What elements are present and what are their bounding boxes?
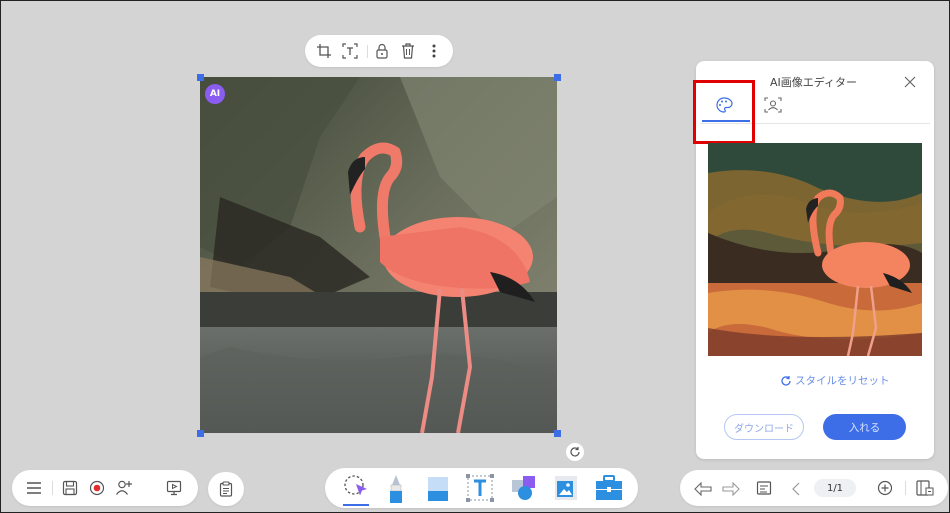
toolbar-divider xyxy=(367,45,368,58)
resize-handle-top-right[interactable] xyxy=(554,74,561,81)
reset-style-button[interactable]: スタイルをリセット xyxy=(780,373,890,388)
resize-handle-bottom-left[interactable] xyxy=(197,430,204,437)
shape-tool-icon[interactable] xyxy=(511,475,537,505)
image-tool-icon[interactable] xyxy=(554,475,578,505)
select-tool-active-underline xyxy=(343,504,369,506)
canvas-image[interactable]: AI xyxy=(200,77,557,433)
resize-handle-top-left[interactable] xyxy=(197,74,204,81)
insert-button[interactable]: 入れる xyxy=(823,414,906,440)
toolbar-divider xyxy=(52,481,53,495)
redo-icon[interactable] xyxy=(722,481,740,500)
bottom-right-toolbar: 1/1 xyxy=(680,470,948,506)
add-page-icon[interactable] xyxy=(877,480,893,500)
rotate-handle[interactable] xyxy=(566,443,584,461)
panel-title: AI画像エディター xyxy=(770,76,857,89)
flamingo-photo xyxy=(200,77,557,433)
toolbox-tool-icon[interactable] xyxy=(595,475,623,505)
toolbar-divider xyxy=(905,481,906,495)
portrait-icon xyxy=(764,97,782,117)
insert-label: 入れる xyxy=(848,421,881,434)
highlight-box xyxy=(693,80,755,144)
delete-icon[interactable] xyxy=(399,43,417,59)
pen-tool-icon[interactable] xyxy=(387,473,405,507)
clipboard-icon xyxy=(219,481,233,497)
present-icon[interactable] xyxy=(166,480,182,500)
more-icon[interactable] xyxy=(427,43,441,59)
text-recognize-icon[interactable] xyxy=(341,43,359,59)
image-toolbar xyxy=(305,35,453,67)
page-manager-icon[interactable] xyxy=(916,480,934,500)
clipboard-button[interactable] xyxy=(208,472,244,506)
prev-page-icon[interactable] xyxy=(792,481,800,500)
styled-flamingo-preview xyxy=(708,143,922,356)
resize-handle-bottom-right[interactable] xyxy=(554,430,561,437)
bottom-left-toolbar xyxy=(12,470,198,506)
ai-badge: AI xyxy=(205,84,225,104)
download-button[interactable]: ダウンロード xyxy=(724,414,804,440)
eraser-tool-icon[interactable] xyxy=(427,476,449,506)
drawing-tools-bar xyxy=(325,468,638,508)
close-icon[interactable] xyxy=(904,73,918,88)
text-tool-icon[interactable] xyxy=(466,474,494,506)
download-label: ダウンロード xyxy=(734,423,794,435)
lock-icon[interactable] xyxy=(373,43,391,59)
page-list-icon[interactable] xyxy=(756,480,772,500)
add-user-icon[interactable] xyxy=(115,479,133,500)
save-icon[interactable] xyxy=(62,480,78,500)
record-icon[interactable] xyxy=(89,480,105,500)
crop-icon[interactable] xyxy=(315,43,333,59)
refresh-icon xyxy=(780,375,792,387)
select-tool-icon[interactable] xyxy=(343,474,369,504)
page-indicator-label: 1/1 xyxy=(826,482,844,494)
tab-portrait[interactable] xyxy=(756,91,788,123)
styled-preview-image[interactable] xyxy=(708,143,922,356)
menu-icon[interactable] xyxy=(26,480,42,500)
ai-image-editor-panel: AI画像エディター スタイルをリセット ダウンロード 入れる xyxy=(693,61,934,459)
rotate-icon xyxy=(570,447,580,457)
reset-style-label: スタイルをリセット xyxy=(795,375,890,387)
page-indicator[interactable]: 1/1 xyxy=(814,479,856,497)
undo-icon[interactable] xyxy=(694,481,712,500)
